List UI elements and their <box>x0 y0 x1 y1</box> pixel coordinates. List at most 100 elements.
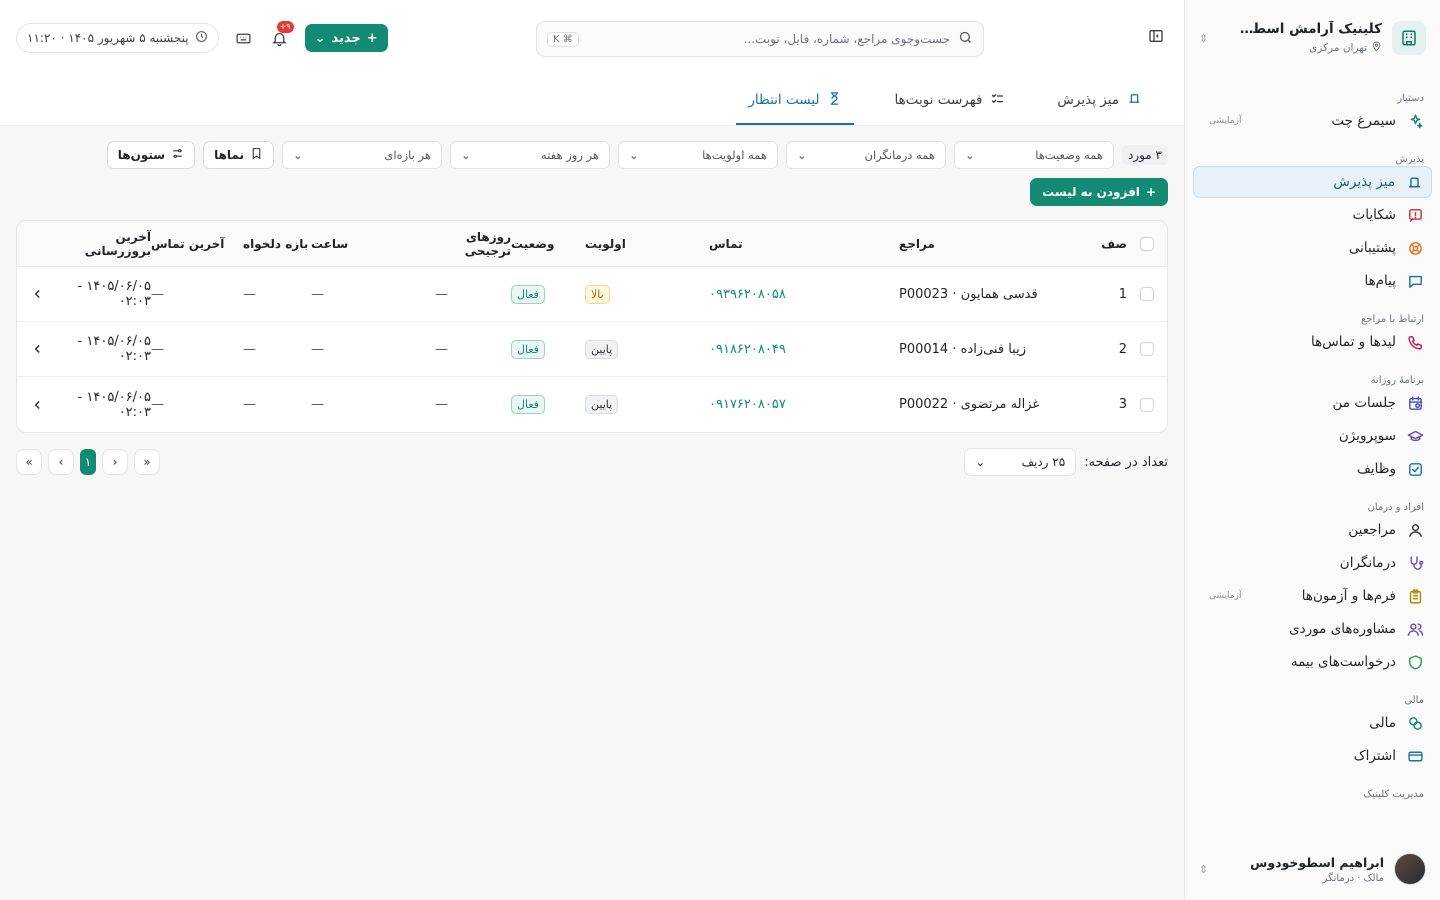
therapist-filter[interactable]: همه درمانگران ⌄ <box>785 141 946 169</box>
users-icon <box>1406 620 1424 638</box>
preferred-time: — <box>311 397 324 412</box>
result-count: ۳ مورد <box>1121 145 1168 165</box>
priority-badge: پایین <box>585 395 619 414</box>
tab[interactable]: لیست انتظار <box>736 77 855 125</box>
table-row[interactable]: 2 زیبا فنی‌زاده · P00014 ۰۹۱۸۶۲۰۸۰۴۹ پایین ف… <box>17 322 1167 377</box>
row-open-chevron-icon[interactable] <box>17 322 59 376</box>
sidebar-item[interactable]: وظایف <box>1193 453 1432 485</box>
last-contact: — <box>151 286 164 302</box>
sidebar-item[interactable]: مراجعین <box>1193 514 1432 546</box>
filters-bar: ۳ مورد همه وضعیت‌ها ⌄ همه درمانگران ⌄ همه … <box>16 140 1168 170</box>
tab[interactable]: میز پذیرش <box>1045 77 1154 125</box>
prev-page-button[interactable]: › <box>48 449 74 475</box>
rows-per-page-select[interactable]: ۲۵ ردیف ⌄ <box>964 448 1077 476</box>
table-body: 1 قدسی همایون · P00023 ۰۹۳۹۶۲۰۸۰۵۸ بالا فعال… <box>17 267 1167 432</box>
table-row[interactable]: 3 غزاله مرتضوی · P00022 ۰۹۱۷۶۲۰۸۰۵۷ پایین فع… <box>17 377 1167 432</box>
clock-icon <box>195 30 208 46</box>
client-phone[interactable]: ۰۹۳۹۶۲۰۸۰۵۸ <box>709 287 786 302</box>
phone-call-icon <box>1406 333 1424 351</box>
sidebar-item-label: سوپرویژن <box>1338 428 1396 444</box>
last-contact: — <box>151 341 164 357</box>
header-days[interactable]: روزهای ترجیحی <box>435 221 511 266</box>
sidebar-item[interactable]: اشتراک <box>1193 740 1432 772</box>
sidebar-item[interactable]: میز پذیرش <box>1193 166 1432 198</box>
sidebar-item[interactable]: شکایات <box>1193 199 1432 231</box>
calendar-clock-icon <box>1406 394 1424 412</box>
last-page-button[interactable]: « <box>134 449 160 475</box>
table-row[interactable]: 1 قدسی همایون · P00023 ۰۹۳۹۶۲۰۸۰۵۸ بالا فعال… <box>17 267 1167 322</box>
topbar: جست‌وجوی مراجع، شماره، فایل، نوبت... ⌘ K… <box>0 0 1184 76</box>
sidebar-item[interactable]: سیمرغ چت آزمایشی <box>1193 105 1432 137</box>
tabs-bar: میز پذیرش فهرست نوبت‌ها لیست انتظار <box>0 76 1184 126</box>
header-time[interactable]: ساعت <box>311 221 435 266</box>
sidebar-toggle-icon[interactable] <box>1148 28 1164 48</box>
priority-filter[interactable]: همه اولویت‌ها ⌄ <box>617 141 778 169</box>
sliders-icon <box>171 147 184 163</box>
header-status[interactable]: وضعیت <box>511 221 585 266</box>
header-range[interactable]: بازه دلخواه <box>243 221 311 266</box>
row-open-chevron-icon[interactable] <box>17 377 59 432</box>
sidebar-item-label: درمانگران <box>1339 555 1396 571</box>
add-to-list-button[interactable]: + افزودن به لیست <box>1030 178 1168 206</box>
search-input[interactable]: جست‌وجوی مراجع، شماره، فایل، نوبت... ⌘ K <box>536 21 984 57</box>
pagination: تعداد در صفحه: ۲۵ ردیف ⌄ » › ۱ ‹ « <box>16 447 1168 477</box>
table-header: صف مراجع تماس اولویت وضعیت روزهای ترجیحی… <box>17 221 1167 267</box>
sidebar-item-label: وظایف <box>1356 461 1396 477</box>
sidebar-item[interactable]: فرم‌ها و آزمون‌ها آزمایشی <box>1193 580 1432 612</box>
sidebar-item[interactable]: لیدها و تماس‌ها <box>1193 326 1432 358</box>
row-checkbox[interactable] <box>1140 287 1154 301</box>
row-checkbox[interactable] <box>1140 342 1154 356</box>
sidebar-group-title: ارتباط با مراجع <box>1360 314 1424 325</box>
sidebar-item-label: مراجعین <box>1348 522 1396 538</box>
tab[interactable]: فهرست نوبت‌ها <box>882 77 1017 125</box>
client-phone[interactable]: ۰۹۱۸۶۲۰۸۰۴۹ <box>709 342 786 357</box>
sidebar-item[interactable]: درخواست‌های بیمه <box>1193 646 1432 678</box>
sidebar-item[interactable]: جلسات من <box>1193 387 1432 419</box>
row-checkbox[interactable] <box>1140 397 1154 412</box>
desk-bell-icon <box>1127 91 1142 110</box>
client-name[interactable]: قدسی همایون · P00023 <box>899 267 1087 321</box>
preferred-time: — <box>311 286 324 302</box>
client-phone[interactable]: ۰۹۱۷۶۲۰۸۰۵۷ <box>709 397 786 412</box>
sidebar-item[interactable]: مشاوره‌های موردی <box>1193 613 1432 645</box>
sidebar-item[interactable]: درمانگران <box>1193 547 1432 579</box>
header-client[interactable]: مراجع <box>899 221 1087 266</box>
select-all-checkbox[interactable] <box>1140 236 1154 251</box>
first-page-button[interactable]: » <box>16 449 42 475</box>
sidebar-item-label: میز پذیرش <box>1333 174 1395 190</box>
header-priority[interactable]: اولویت <box>585 221 709 266</box>
weekday-filter[interactable]: هر روز هفته ⌄ <box>449 141 610 169</box>
page-1-button[interactable]: ۱ <box>80 449 96 475</box>
plus-icon: + <box>1145 185 1156 199</box>
notifications-bell-icon[interactable]: ۹+ <box>269 21 294 49</box>
client-name[interactable]: غزاله مرتضوی · P00022 <box>899 377 1087 432</box>
app-root: کلینیک آرامش اسطوخو... تهران مرکزی ⇕ دست… <box>0 0 1440 900</box>
range-filter[interactable]: هر بازه‌ای ⌄ <box>281 141 442 169</box>
sidebar-item[interactable]: پیام‌ها <box>1193 265 1432 297</box>
preferred-range: — <box>243 341 256 357</box>
clipboard-icon <box>1406 587 1424 605</box>
chevron-down-icon: ⌄ <box>975 455 986 469</box>
status-filter[interactable]: همه وضعیت‌ها ⌄ <box>953 141 1114 169</box>
header-queue[interactable]: صف <box>1087 221 1127 266</box>
header-contact[interactable]: تماس <box>709 221 899 266</box>
header-last-contact[interactable]: آخرین تماس <box>151 221 243 266</box>
status-badge: فعال <box>511 395 545 414</box>
chevron-down-icon: ⌄ <box>796 148 807 162</box>
header-updated[interactable]: آخرین بروزرسانی <box>59 221 151 266</box>
sidebar-item[interactable]: سوپرویژن <box>1193 420 1432 452</box>
sidebar-item-label: لیدها و تماس‌ها <box>1311 334 1396 350</box>
views-button[interactable]: نماها <box>203 141 274 169</box>
client-name[interactable]: زیبا فنی‌زاده · P00014 <box>899 322 1087 376</box>
row-open-chevron-icon[interactable] <box>17 267 59 321</box>
new-button[interactable]: + جدید ⌄ <box>304 24 388 52</box>
sidebar-item[interactable]: مالی <box>1193 707 1432 739</box>
preferred-range: — <box>243 397 256 412</box>
sidebar-item[interactable]: پشتیبانی <box>1193 232 1432 264</box>
clinic-switcher[interactable]: کلینیک آرامش اسطوخو... تهران مرکزی ⇕ <box>1185 0 1440 76</box>
keyboard-icon[interactable] <box>233 27 255 49</box>
columns-button[interactable]: ستون‌ها <box>106 141 196 169</box>
next-page-button[interactable]: ‹ <box>102 449 128 475</box>
user-menu[interactable]: ابراهیم اسطوخودوس مالک · درمانگر ⇕ <box>1185 838 1440 900</box>
notification-badge: ۹+ <box>276 21 294 33</box>
